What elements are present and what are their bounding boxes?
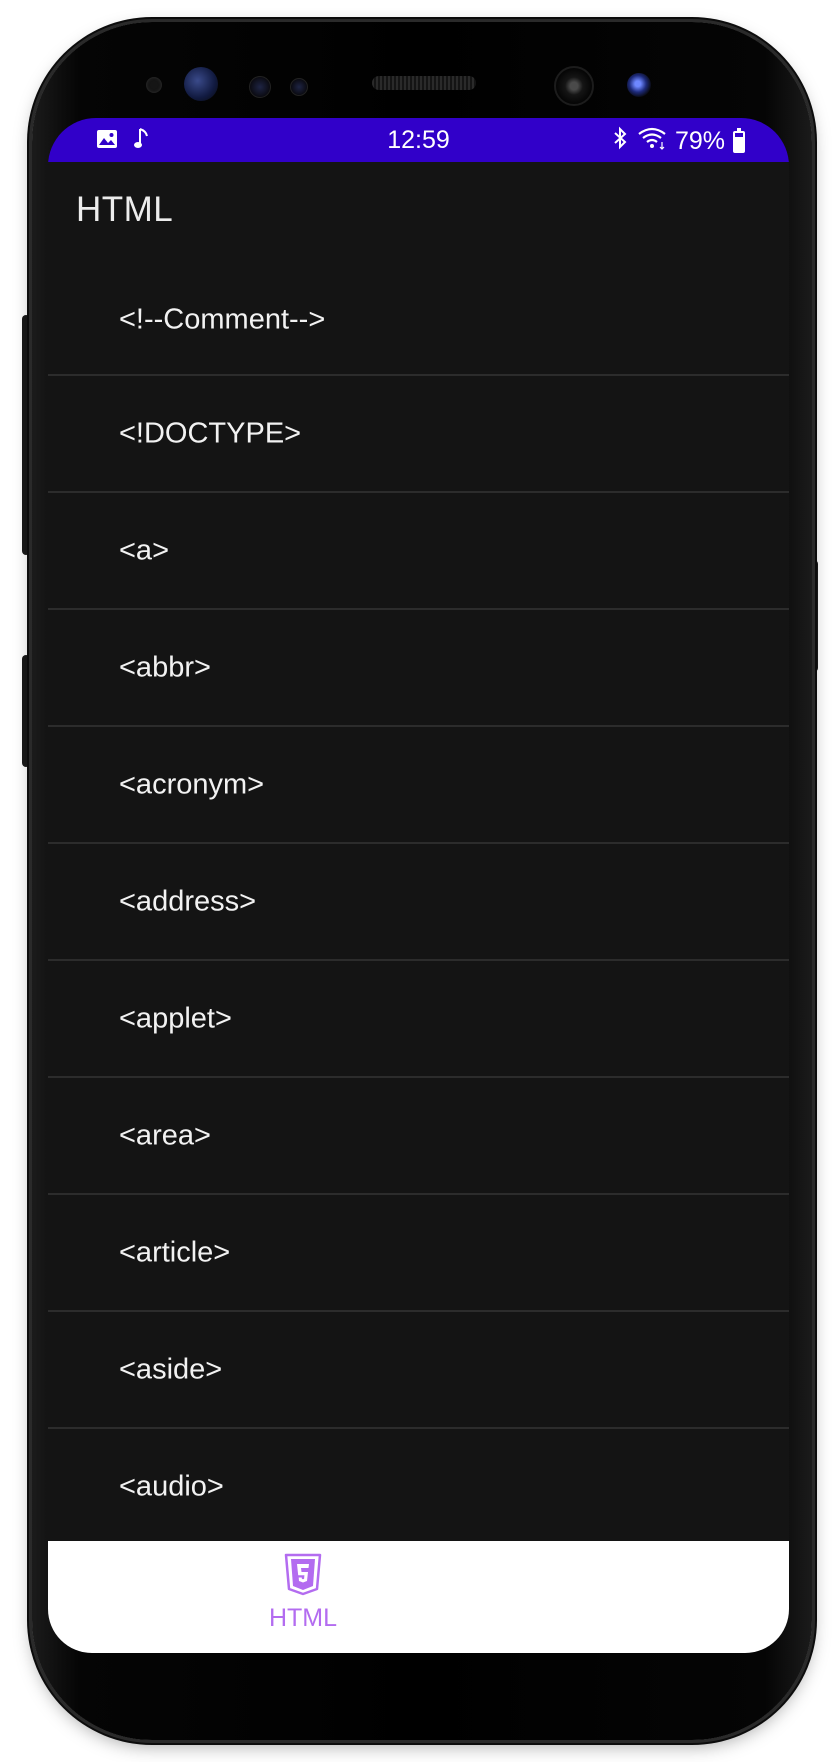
list-item-label: <address> xyxy=(119,885,257,917)
list-item-label: <acronym> xyxy=(119,768,265,800)
html5-icon xyxy=(283,1553,323,1602)
list-item[interactable]: <a> xyxy=(48,493,789,610)
list-item[interactable]: <!DOCTYPE> xyxy=(48,376,789,493)
list-item-label: <a> xyxy=(119,534,169,566)
tag-list: <!--Comment--> <!DOCTYPE> <a> <abbr> <ac… xyxy=(48,266,789,1546)
list-item[interactable]: <audio> xyxy=(48,1429,789,1546)
wifi-icon xyxy=(637,126,667,157)
page-title: HTML xyxy=(76,190,174,229)
list-item-label: <!--Comment--> xyxy=(119,303,326,336)
earpiece-speaker xyxy=(372,76,476,90)
iris-camera xyxy=(627,73,651,97)
battery-percent: 79% xyxy=(674,127,725,155)
list-item-label: <audio> xyxy=(119,1470,224,1502)
list-item-label: <applet> xyxy=(119,1002,232,1034)
list-item[interactable]: <article> xyxy=(48,1195,789,1312)
list-item-label: <abbr> xyxy=(119,651,211,683)
list-item-label: <article> xyxy=(119,1236,231,1268)
list-item[interactable]: <area> xyxy=(48,1078,789,1195)
list-item[interactable]: <aside> xyxy=(48,1312,789,1429)
bluetooth-icon xyxy=(611,126,629,157)
list-item[interactable]: <acronym> xyxy=(48,727,789,844)
list-item[interactable]: <!--Comment--> xyxy=(48,266,789,376)
led-indicator xyxy=(290,78,308,96)
nav-item-html[interactable]: HTML xyxy=(228,1553,378,1633)
light-sensor xyxy=(249,76,271,98)
screen: 12:59 79% HTML <!--Comment--> <!DOCTYPE>… xyxy=(48,118,789,1653)
bottom-navigation: HTML xyxy=(48,1541,789,1653)
list-item[interactable]: <abbr> xyxy=(48,610,789,727)
iris-scanner xyxy=(184,67,218,101)
nav-item-label: HTML xyxy=(268,1604,338,1632)
status-bar: 12:59 79% xyxy=(48,118,789,162)
list-item-label: <!DOCTYPE> xyxy=(119,417,302,449)
bixby-button xyxy=(22,315,30,555)
battery-icon xyxy=(733,127,745,153)
list-item-label: <aside> xyxy=(119,1353,223,1385)
proximity-sensor xyxy=(146,77,162,93)
list-item[interactable]: <address> xyxy=(48,844,789,961)
status-right-icons: 79% xyxy=(611,126,745,157)
list-item-label: <area> xyxy=(119,1119,211,1151)
front-camera xyxy=(554,66,594,106)
list-item[interactable]: <applet> xyxy=(48,961,789,1078)
volume-button xyxy=(22,655,30,767)
